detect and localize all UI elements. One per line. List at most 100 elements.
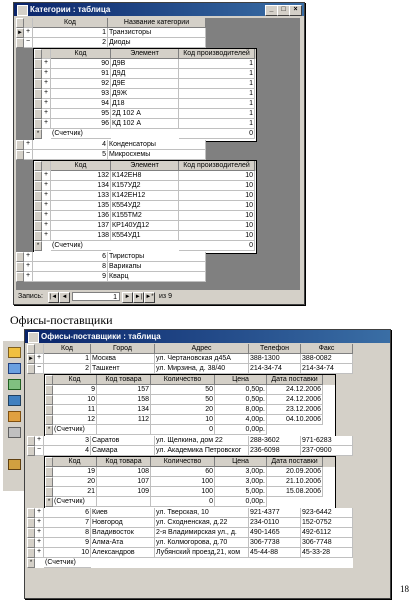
office-address[interactable]: ул. Академика Петровског [155,446,249,456]
column-header-code[interactable]: Код [51,161,111,171]
record-selector[interactable] [34,191,42,201]
office-fax[interactable]: 923-6442 [301,508,353,518]
new-record-selector[interactable]: * [27,558,35,568]
office-fax[interactable]: 237-0900 [301,446,353,456]
maker-code[interactable]: 10 [179,231,255,241]
toolbar-icon-3[interactable] [8,379,21,390]
column-header-city[interactable]: Город [91,344,155,354]
maker-code[interactable]: 1 [179,89,255,99]
expand-toggle[interactable]: + [42,181,51,191]
element-code[interactable]: 132 [51,171,111,181]
element-name[interactable]: Д9Ж [111,89,179,99]
maker-code[interactable]: 1 [179,69,255,79]
element-name[interactable]: К554УД2 [111,201,179,211]
column-header-quantity[interactable]: Количество [151,457,215,467]
maker-code[interactable]: 1 [179,79,255,89]
column-header-delivery-date[interactable]: Дата поставки [267,375,323,385]
column-header-element[interactable]: Элемент [111,49,179,59]
maker-code[interactable]: 1 [179,99,255,109]
column-header-category-name[interactable]: Название категории [108,18,206,28]
record-selector[interactable] [34,211,42,221]
record-selector[interactable]: ► [16,28,24,38]
element-name[interactable]: КР140УД12 [111,221,179,231]
price[interactable]: 8,00р. [215,405,267,415]
element-name[interactable]: КД 102 А [111,119,179,129]
expand-toggle[interactable]: + [42,231,51,241]
delivery-date[interactable]: 23.12.2006 [267,405,323,415]
element-name[interactable]: К155ТМ2 [111,211,179,221]
expand-toggle[interactable]: + [42,171,51,181]
column-header-item-code[interactable]: Код товара [97,457,151,467]
delivery-date[interactable]: 15.08.2006 [267,487,323,497]
element-code[interactable]: 94 [51,99,111,109]
toolbar-icon-7[interactable] [8,459,21,470]
office-fax[interactable]: 152-0752 [301,518,353,528]
expand-toggle[interactable]: + [35,518,44,528]
expand-toggle[interactable]: − [24,150,33,160]
element-code[interactable]: 135 [51,201,111,211]
office-city[interactable]: Киев [91,508,155,518]
expand-toggle[interactable]: + [35,538,44,548]
element-code[interactable]: 95 [51,109,111,119]
record-selector[interactable] [34,109,42,119]
category-name[interactable]: Транзисторы [108,28,206,38]
toolbar-icon-4[interactable] [8,395,21,406]
category-code[interactable]: 1 [33,28,108,38]
expand-toggle[interactable]: + [42,201,51,211]
office-phone[interactable]: 236-6098 [249,446,301,456]
category-name[interactable]: Кварц [108,272,206,282]
record-selector[interactable] [45,395,53,405]
category-code[interactable]: 2 [33,38,108,48]
record-selector[interactable] [34,89,42,99]
category-name[interactable]: Диоды [108,38,206,48]
maker-code[interactable]: 10 [179,221,255,231]
price[interactable]: 5,00р. [215,487,267,497]
first-record-button[interactable]: |◄ [48,292,59,303]
next-record-button[interactable]: ► [122,292,133,303]
column-header-code[interactable]: Код [44,344,91,354]
item-code[interactable]: 134 [97,405,151,415]
toolbar-icon-5[interactable] [8,411,21,422]
expand-toggle[interactable]: + [24,140,33,150]
new-record-selector[interactable]: * [45,425,53,435]
category-code[interactable]: 8 [33,262,108,272]
item-code[interactable]: 109 [97,487,151,497]
record-selector[interactable] [27,518,35,528]
item-code[interactable]: 112 [97,415,151,425]
office-phone[interactable]: 214-34-74 [249,364,301,374]
quantity[interactable]: 10 [151,415,215,425]
maker-code[interactable]: 10 [179,211,255,221]
office-phone[interactable]: 306-7738 [249,538,301,548]
toolbar-icon-1[interactable] [8,347,21,358]
item-code[interactable]: 108 [97,467,151,477]
maker-code[interactable]: 10 [179,201,255,211]
offices-titlebar[interactable]: Офисы-поставщики : таблица [25,330,390,343]
office-address[interactable]: ул. Колмогорова, д.70 [155,538,249,548]
category-code[interactable]: 6 [33,252,108,262]
maker-code[interactable]: 10 [179,191,255,201]
delivery-date[interactable]: 24.12.2006 [267,385,323,395]
office-city[interactable]: Алма-Ата [91,538,155,548]
delivery-date[interactable]: 20.09.2006 [267,467,323,477]
column-header-price[interactable]: Цена [215,457,267,467]
category-code[interactable]: 4 [33,140,108,150]
delivery-date[interactable]: 21.10.2006 [267,477,323,487]
expand-toggle[interactable]: + [42,99,51,109]
column-header-phone[interactable]: Телефон [249,344,301,354]
item-code[interactable]: 158 [97,395,151,405]
office-city[interactable]: Москва [91,354,155,364]
quantity[interactable]: 50 [151,385,215,395]
office-code[interactable]: 7 [44,518,91,528]
office-city[interactable]: Самара [91,446,155,456]
price[interactable]: 0,50р. [215,385,267,395]
delivery-date[interactable]: 24.12.2006 [267,395,323,405]
supply-code[interactable]: 20 [53,477,97,487]
record-selector[interactable] [45,415,53,425]
category-name[interactable]: Конденсаторы [108,140,206,150]
supply-code[interactable]: 12 [53,415,97,425]
column-header-quantity[interactable]: Количество [151,375,215,385]
record-selector[interactable] [45,467,53,477]
maker-code[interactable]: 1 [179,59,255,69]
toolbar-icon-6[interactable] [8,427,21,438]
record-selector[interactable] [27,528,35,538]
